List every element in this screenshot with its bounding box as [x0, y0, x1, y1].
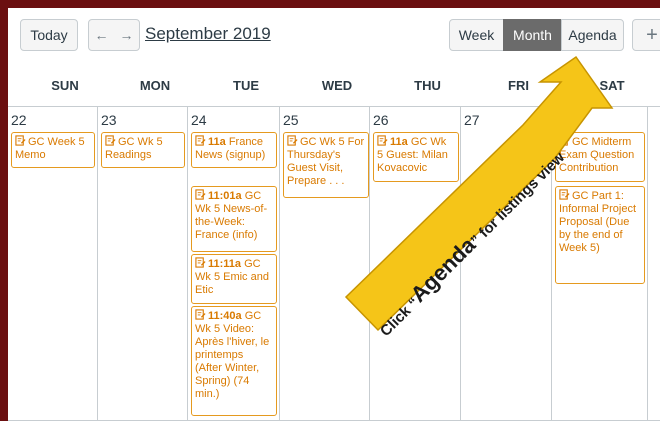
day-cell-24[interactable]: 24 11a France News (signup) 11:01a GC Wk 5…	[188, 106, 280, 421]
event-time: 11:40a	[208, 310, 242, 322]
day-cell-25[interactable]: 25 GC Wk 5 For Thursday's Guest Visit, Pr…	[280, 106, 370, 421]
event-title: GC Midterm Exam Question Contribution	[559, 136, 635, 174]
assignment-icon	[195, 135, 206, 146]
view-month-button[interactable]: Month	[503, 19, 562, 51]
dow-fri: FRI	[508, 78, 529, 93]
assignment-icon	[559, 135, 570, 146]
dow-mon: MON	[139, 78, 171, 93]
assignment-icon	[105, 135, 116, 146]
day-cell-23[interactable]: 23 GC Wk 5 Readings	[98, 106, 188, 421]
event-time: 11a	[208, 136, 226, 148]
calendar-event[interactable]: GC Part 1: Informal Project Proposal (Du…	[555, 186, 645, 284]
calendar-window: Today ← → September 2019 Week Month Agen…	[8, 8, 660, 421]
day-cell-27[interactable]: 27	[461, 106, 552, 421]
day-number[interactable]: 28	[555, 112, 571, 128]
assignment-icon	[195, 309, 206, 320]
day-number[interactable]: 22	[11, 112, 27, 128]
day-number[interactable]: 26	[373, 112, 389, 128]
dow-sun: SUN	[51, 78, 79, 93]
today-button[interactable]: Today	[20, 19, 78, 51]
event-time: 11a	[390, 136, 408, 148]
calendar-event[interactable]: GC Week 5 Memo	[11, 132, 95, 168]
assignment-icon	[195, 189, 206, 200]
event-time: 11:11a	[208, 258, 242, 270]
event-time: 11:01a	[208, 190, 242, 202]
assignment-icon	[287, 135, 298, 146]
prev-arrow-icon[interactable]: ←	[89, 27, 114, 43]
day-cell-22[interactable]: 22 GC Week 5 Memo	[8, 106, 98, 421]
dow-thu: THU	[414, 78, 441, 93]
calendar-event[interactable]: 11:11a GC Wk 5 Emic and Etic	[191, 254, 277, 304]
add-event-button[interactable]: +	[632, 19, 660, 51]
day-number[interactable]: 25	[283, 112, 299, 128]
assignment-icon	[377, 135, 388, 146]
day-number[interactable]: 23	[101, 112, 117, 128]
event-title: GC Wk 5 Video: Après l'hiver, le printem…	[195, 310, 270, 400]
assignment-icon	[195, 257, 206, 268]
event-title: GC Wk 5 For Thursday's Guest Visit, Prep…	[287, 136, 365, 187]
month-title[interactable]: September 2019	[145, 24, 271, 44]
calendar-event[interactable]: GC Wk 5 Readings	[101, 132, 185, 168]
view-agenda-button[interactable]: Agenda	[561, 19, 624, 51]
day-cell-28[interactable]: 28 GC Midterm Exam Question Contribution G…	[552, 106, 648, 421]
dow-tue: TUE	[233, 78, 259, 93]
calendar-event[interactable]: GC Midterm Exam Question Contribution	[555, 132, 645, 182]
day-number[interactable]: 24	[191, 112, 207, 128]
calendar-event[interactable]: 11:40a GC Wk 5 Video: Après l'hiver, le …	[191, 306, 277, 416]
prev-next-nav[interactable]: ← →	[88, 19, 140, 51]
calendar-event[interactable]: GC Wk 5 For Thursday's Guest Visit, Prep…	[283, 132, 369, 198]
assignment-icon	[559, 189, 570, 200]
dow-sat: SAT	[599, 78, 625, 93]
next-arrow-icon[interactable]: →	[114, 27, 139, 43]
dow-wed: WED	[321, 78, 353, 93]
assignment-icon	[15, 135, 26, 146]
event-title: GC Part 1: Informal Project Proposal (Du…	[559, 190, 637, 254]
month-grid: 22 GC Week 5 Memo 23 GC Wk 5 Readings 24 11a …	[8, 106, 660, 421]
view-week-button[interactable]: Week	[449, 19, 504, 51]
calendar-event[interactable]: 11a France News (signup)	[191, 132, 277, 168]
day-of-week-header: SUN MON TUE WED THU FRI SAT	[8, 66, 660, 107]
calendar-event[interactable]: 11:01a GC Wk 5 News-of-the-Week: France …	[191, 186, 277, 252]
calendar-event[interactable]: 11a GC Wk 5 Guest: Milan Kovacovic	[373, 132, 459, 182]
day-number[interactable]: 27	[464, 112, 480, 128]
